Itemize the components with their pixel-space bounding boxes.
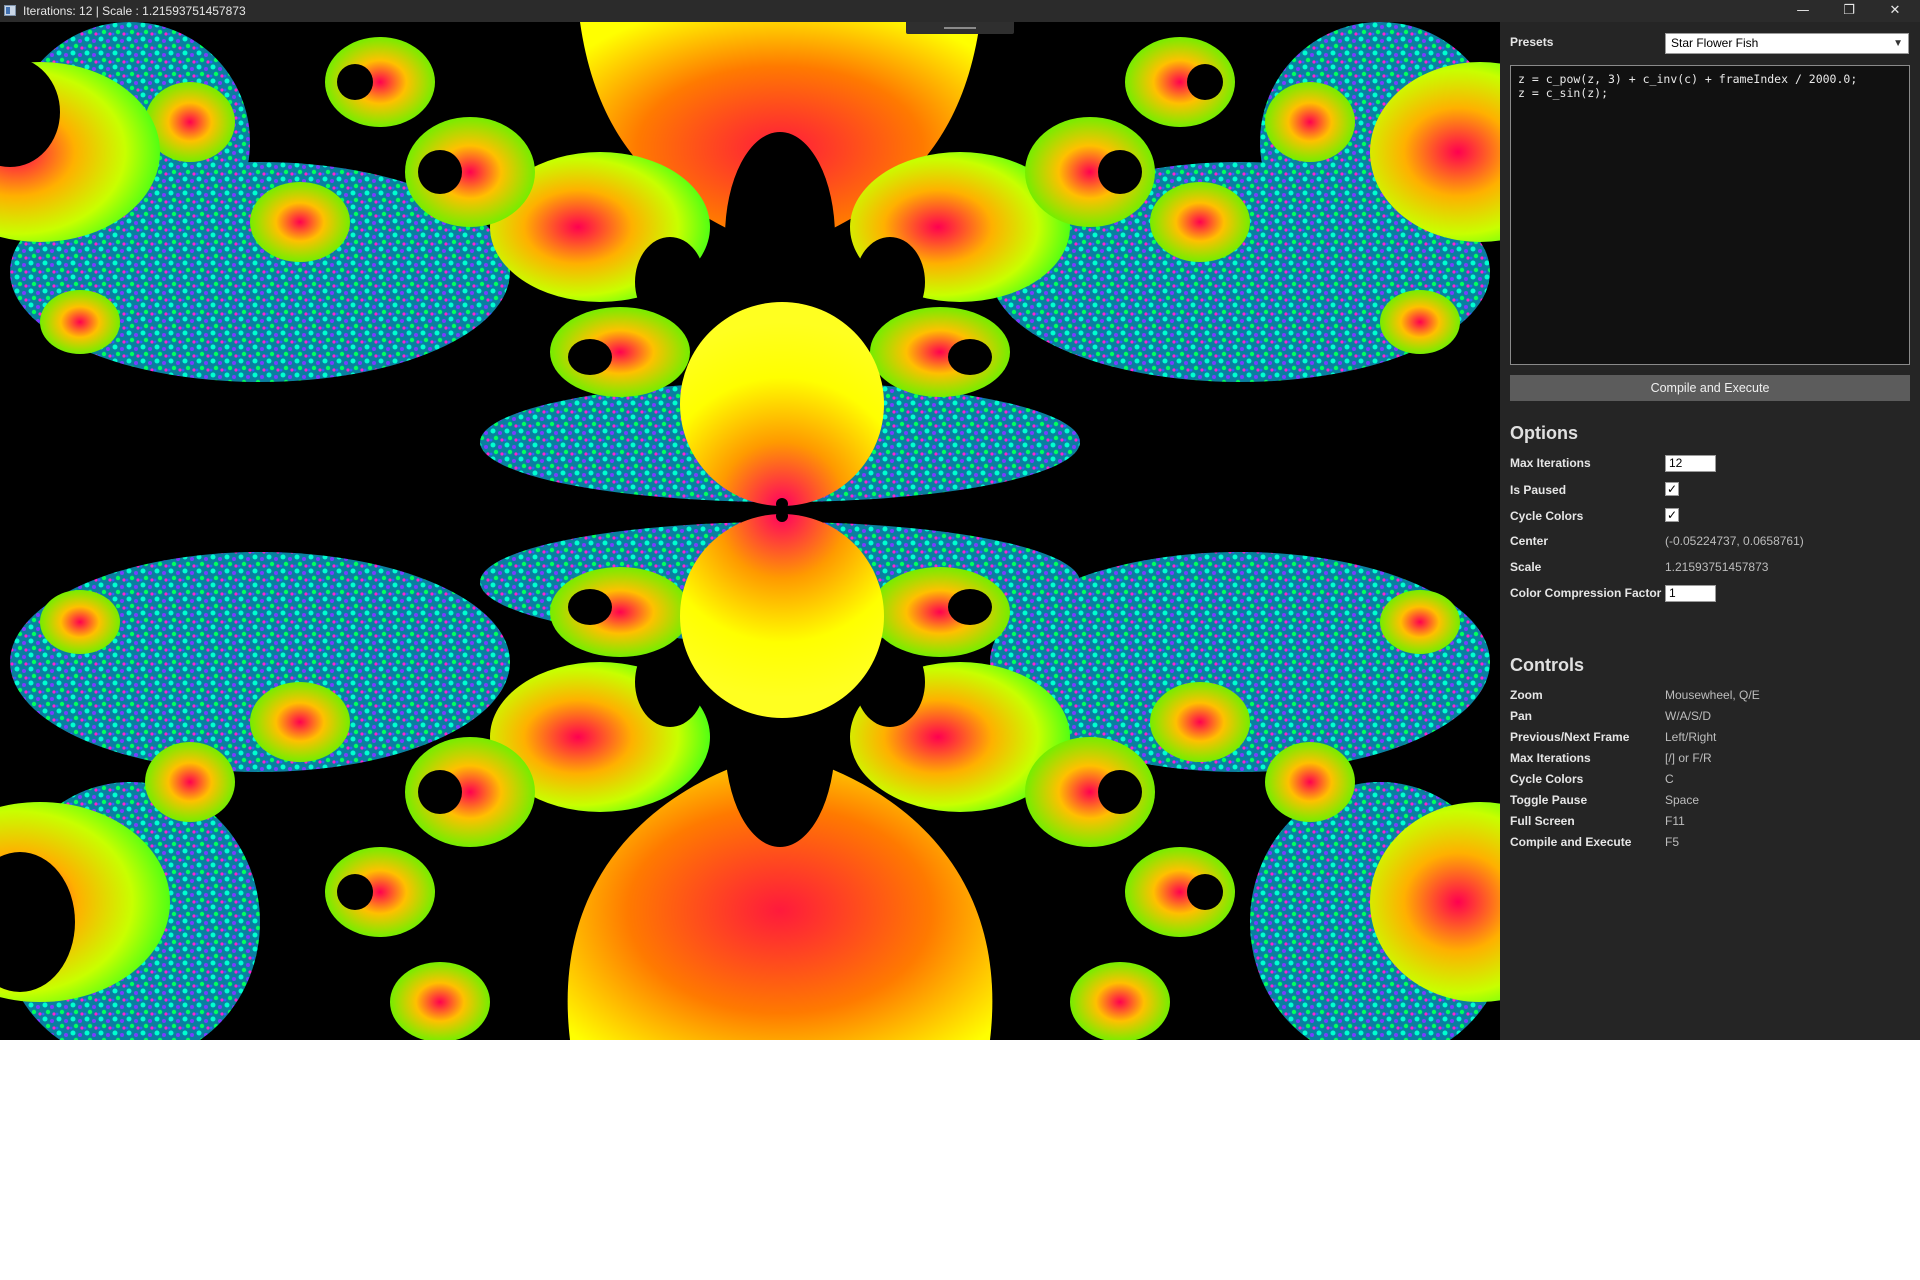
control-name: Pan [1510,709,1533,723]
control-name: Full Screen [1510,814,1575,828]
presets-label: Presets [1510,35,1554,49]
center-value: (-0.05224737, 0.0658761) [1665,534,1804,548]
app-icon [4,5,16,16]
control-keys: Space [1665,793,1700,807]
control-keys: F5 [1665,835,1680,849]
window-title: Iterations: 12 | Scale : 1.2159375145787… [23,4,246,18]
control-keys: Left/Right [1665,730,1717,744]
fractal-canvas[interactable] [0,22,1500,1040]
presets-selected: Star Flower Fish [1671,36,1759,50]
cycle-colors-label: Cycle Colors [1510,509,1584,523]
close-icon[interactable]: ✕ [1872,0,1918,22]
control-keys: W/A/S/D [1665,709,1712,723]
scale-label: Scale [1510,560,1542,574]
max-iterations-input[interactable]: 12 [1665,455,1716,472]
control-name: Toggle Pause [1510,793,1588,807]
center-label: Center [1510,534,1549,548]
color-compression-label: Color Compression Factor [1510,586,1662,600]
title-bar: Iterations: 12 | Scale : 1.2159375145787… [0,0,1920,22]
settings-panel: Presets Star Flower Fish ▼ z = c_pow(z, … [1500,22,1920,1040]
compile-and-execute-button[interactable]: Compile and Execute [1510,375,1910,401]
minimize-icon[interactable]: — [1780,0,1826,22]
fractal-image [0,22,1500,1040]
restore-icon[interactable]: ❐ [1826,0,1872,22]
presets-dropdown[interactable]: Star Flower Fish ▼ [1665,33,1909,54]
code-editor[interactable]: z = c_pow(z, 3) + c_inv(c) + frameIndex … [1510,65,1910,365]
drag-handle[interactable] [906,22,1014,34]
scale-value: 1.21593751457873 [1665,560,1769,574]
control-name: Cycle Colors [1510,772,1584,786]
is-paused-label: Is Paused [1510,483,1567,497]
options-heading: Options [1510,423,1578,443]
color-compression-input[interactable]: 1 [1665,585,1716,602]
control-name: Compile and Execute [1510,835,1632,849]
control-name: Max Iterations [1510,751,1591,765]
controls-heading: Controls [1510,655,1584,675]
control-name: Previous/Next Frame [1510,730,1630,744]
control-keys: C [1665,772,1674,786]
is-paused-checkbox[interactable]: ✓ [1665,482,1679,496]
control-keys: [/] or F/R [1665,751,1712,765]
control-keys: Mousewheel, Q/E [1665,688,1760,702]
cycle-colors-checkbox[interactable]: ✓ [1665,508,1679,522]
control-name: Zoom [1510,688,1543,702]
max-iterations-label: Max Iterations [1510,456,1591,470]
chevron-down-icon: ▼ [1893,38,1903,49]
control-keys: F11 [1665,814,1685,828]
